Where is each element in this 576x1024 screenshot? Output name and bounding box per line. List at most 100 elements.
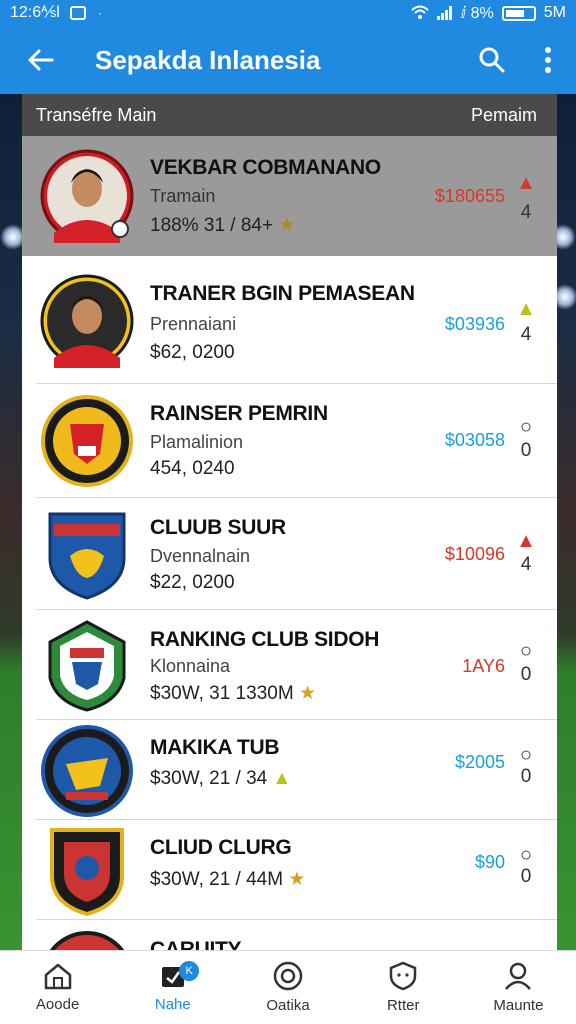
club-logo bbox=[40, 506, 134, 600]
flame-icon: ▲ bbox=[516, 530, 536, 552]
club-logo bbox=[40, 618, 134, 712]
shield-icon bbox=[389, 961, 417, 991]
list-item[interactable]: MAKIKA TUB $30W, 21 / 34 ▲ $2005 ○ 0 bbox=[22, 720, 557, 820]
search-button[interactable] bbox=[464, 32, 520, 88]
rank-number: 0 bbox=[520, 440, 532, 461]
player-value: $62, 0200 bbox=[150, 342, 235, 363]
player-role: Tramain bbox=[150, 186, 216, 206]
nav-stats[interactable]: Oatika bbox=[230, 951, 345, 1024]
nav-label: Nahe bbox=[154, 996, 191, 1013]
bottom-navigation: Aoode K Nahe Oatika Rtter Maunte bbox=[0, 950, 576, 1024]
up-arrow-icon: ▲ bbox=[516, 298, 536, 320]
list-item[interactable]: CARUITY bbox=[22, 920, 557, 950]
status-time: 12:6⅍l bbox=[10, 4, 60, 21]
list-item-featured[interactable]: VEKBAR COBMANANO Tramain 188% 31 / 84+ ★… bbox=[22, 136, 557, 256]
club-name: MAKIKA TUB bbox=[150, 736, 280, 759]
player-name: TRANER BGIN PEMASEAN bbox=[150, 282, 415, 305]
rank-number: 0 bbox=[520, 664, 532, 685]
app-actions bbox=[464, 32, 576, 88]
club-name: CLUUB SUUR bbox=[150, 516, 286, 539]
status-dot: · bbox=[97, 6, 102, 20]
list-item[interactable]: CLIUD CLURG $30W, 21 / 44M ★ $90 ○ 0 bbox=[22, 820, 557, 920]
club-price: 1AY6 bbox=[462, 656, 505, 676]
circle-icon: ○ bbox=[519, 640, 533, 662]
club-logo bbox=[40, 724, 134, 818]
rank-number: 0 bbox=[520, 866, 532, 887]
club-value: $30W, 31 1330M ★ bbox=[150, 683, 316, 704]
rank-number: 4 bbox=[520, 202, 532, 223]
club-price: $2005 bbox=[454, 752, 505, 772]
club-name: CARUITY bbox=[150, 938, 242, 950]
more-options-button[interactable] bbox=[520, 32, 576, 88]
more-vert-icon bbox=[545, 47, 551, 73]
app-bar: Sepakda Inlanesia bbox=[0, 26, 576, 94]
player-price: $03936 bbox=[444, 314, 505, 334]
nav-club[interactable]: Rtter bbox=[346, 951, 461, 1024]
player-role: Prennaiani bbox=[150, 314, 237, 334]
club-logo bbox=[40, 930, 134, 950]
nav-profile[interactable]: Maunte bbox=[461, 951, 576, 1024]
nav-label: Aoode bbox=[35, 996, 80, 1013]
back-button[interactable] bbox=[0, 26, 80, 94]
up-arrow-icon: ▲ bbox=[272, 768, 292, 789]
club-price: $10096 bbox=[444, 544, 505, 564]
home-icon bbox=[44, 963, 71, 990]
status-right: ⅈ 8% 5M bbox=[410, 3, 566, 23]
rank-number: 4 bbox=[520, 554, 532, 575]
list-item[interactable]: CLUUB SUUR Dvennalnain $22, 0200 $10096 … bbox=[22, 498, 557, 610]
player-price: $180655 bbox=[434, 186, 505, 206]
club-price: $90 bbox=[474, 852, 505, 872]
target-icon bbox=[273, 961, 303, 991]
list-item[interactable]: TRANER BGIN PEMASEAN Prennaiani $62, 020… bbox=[22, 256, 557, 384]
circle-icon: ○ bbox=[519, 416, 533, 438]
club-logo bbox=[40, 824, 134, 918]
list-header-right: Pemaim bbox=[470, 104, 537, 125]
network-label: 5M bbox=[543, 4, 566, 21]
list-item[interactable]: RAINSER PEMRIN Plamalinion 454, 0240 $03… bbox=[22, 384, 557, 498]
club-role: Plamalinion bbox=[150, 432, 244, 452]
app-title: Sepakda Inlanesia bbox=[95, 44, 321, 75]
battery-icon bbox=[501, 5, 536, 21]
list-item[interactable]: RANKING CLUB SIDOH Klonnaina $30W, 31 13… bbox=[22, 610, 557, 720]
back-arrow-icon bbox=[28, 49, 54, 71]
rank-number: 0 bbox=[520, 766, 532, 787]
star-icon: ★ bbox=[278, 215, 296, 236]
transfer-list-panel: Transéfre Main Pemaim VEKBAR COBMANANO T… bbox=[22, 94, 557, 950]
star-icon: ★ bbox=[298, 683, 316, 704]
club-value: $22, 0200 bbox=[150, 572, 235, 593]
list-header-left: Transéfre Main bbox=[36, 104, 157, 125]
circle-icon: ○ bbox=[519, 844, 533, 866]
list-header: Transéfre Main Pemaim bbox=[22, 94, 557, 136]
wifi-icon bbox=[410, 5, 429, 19]
player-name: VEKBAR COBMANANO bbox=[150, 156, 381, 179]
circle-icon: ○ bbox=[519, 744, 533, 766]
notification-icon bbox=[69, 6, 86, 20]
club-role: Dvennalnain bbox=[150, 546, 251, 566]
player-avatar bbox=[40, 274, 134, 368]
club-logo bbox=[40, 394, 134, 488]
club-role: Klonnaina bbox=[150, 656, 231, 676]
nav-home[interactable]: Aoode bbox=[0, 951, 115, 1024]
star-icon: ★ bbox=[288, 869, 306, 890]
nav-label: Rtter bbox=[386, 997, 420, 1014]
club-name: RANKING CLUB SIDOH bbox=[150, 628, 380, 651]
flame-icon: ▲ bbox=[516, 172, 536, 194]
club-value: $30W, 21 / 34 ▲ bbox=[150, 768, 292, 789]
signal-icon bbox=[436, 6, 452, 20]
club-value: $30W, 21 / 44M ★ bbox=[150, 869, 306, 890]
club-name: RAINSER PEMRIN bbox=[150, 402, 328, 425]
battery-percent: ⅈ 8% bbox=[460, 5, 494, 22]
person-icon bbox=[505, 962, 532, 990]
rank-number: 4 bbox=[520, 324, 532, 345]
status-bar: 12:6⅍l · ⅈ 8% 5M bbox=[0, 0, 576, 26]
nav-label: Maunte bbox=[493, 997, 544, 1014]
club-name: CLIUD CLURG bbox=[150, 836, 292, 859]
club-price: $03058 bbox=[444, 430, 505, 450]
player-stats: 188% 31 / 84+ ★ bbox=[150, 215, 296, 236]
nav-badge: K bbox=[179, 961, 200, 981]
player-avatar bbox=[40, 149, 134, 243]
nav-label: Oatika bbox=[266, 997, 310, 1014]
nav-transfer[interactable]: K Nahe bbox=[115, 951, 230, 1024]
search-icon bbox=[479, 47, 505, 73]
club-value: 454, 0240 bbox=[150, 458, 235, 479]
